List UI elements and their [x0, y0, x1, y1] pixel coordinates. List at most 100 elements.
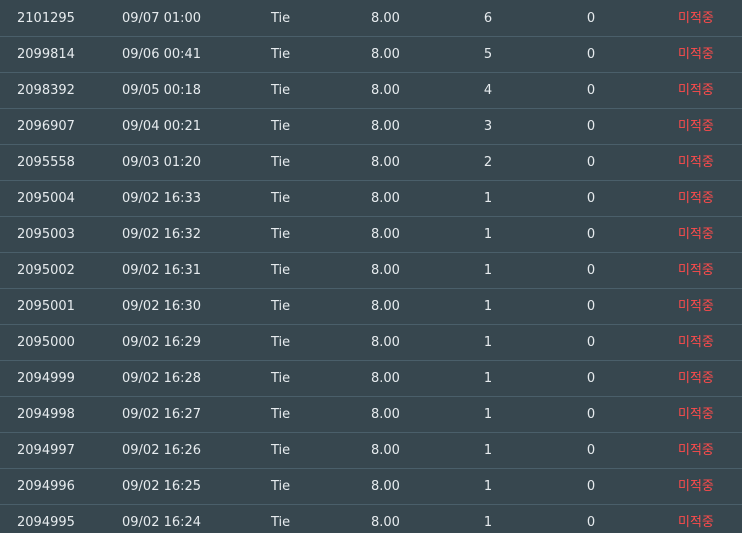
table-row[interactable]: 2099814 09/06 00:41 Tie 8.00 5 0 미적중: [0, 37, 742, 73]
bet-time: 09/02 16:25: [122, 479, 202, 494]
bet-odds: 8.00: [371, 479, 400, 494]
bet-odds: 8.00: [371, 299, 400, 314]
status-label: 미적중: [678, 443, 714, 458]
win-amount: 0: [586, 479, 596, 494]
status-label: 미적중: [678, 263, 714, 278]
win-amount: 0: [586, 443, 596, 458]
table-row[interactable]: 2094997 09/02 16:26 Tie 8.00 1 0 미적중: [0, 433, 742, 469]
bet-time: 09/03 01:20: [122, 155, 202, 170]
bet-id: 2094997: [17, 443, 75, 458]
table-row[interactable]: 2095003 09/02 16:32 Tie 8.00 1 0 미적중: [0, 217, 742, 253]
bet-time: 09/02 16:31: [122, 263, 202, 278]
bet-odds: 8.00: [371, 191, 400, 206]
status-label: 미적중: [678, 299, 714, 314]
table-row[interactable]: 2095000 09/02 16:29 Tie 8.00 1 0 미적중: [0, 325, 742, 361]
bet-pick: Tie: [271, 299, 291, 314]
bet-odds: 8.00: [371, 11, 400, 26]
bet-count: 1: [483, 515, 493, 530]
bet-count: 1: [483, 407, 493, 422]
bet-id: 2094995: [17, 515, 75, 530]
table-row[interactable]: 2095002 09/02 16:31 Tie 8.00 1 0 미적중: [0, 253, 742, 289]
bet-odds: 8.00: [371, 335, 400, 350]
table-row[interactable]: 2101295 09/07 01:00 Tie 8.00 6 0 미적중: [0, 1, 742, 37]
bet-pick: Tie: [271, 227, 291, 242]
table-row[interactable]: 2098392 09/05 00:18 Tie 8.00 4 0 미적중: [0, 73, 742, 109]
win-amount: 0: [586, 191, 596, 206]
bet-pick: Tie: [271, 407, 291, 422]
bet-odds: 8.00: [371, 407, 400, 422]
bet-pick: Tie: [271, 83, 291, 98]
status-label: 미적중: [678, 83, 714, 98]
bet-time: 09/02 16:26: [122, 443, 202, 458]
bet-history-table: 2101295 09/07 01:00 Tie 8.00 6 0 미적중 209…: [0, 0, 742, 533]
table-row[interactable]: 2095001 09/02 16:30 Tie 8.00 1 0 미적중: [0, 289, 742, 325]
bet-count: 2: [483, 155, 493, 170]
win-amount: 0: [586, 11, 596, 26]
table-row[interactable]: 2094996 09/02 16:25 Tie 8.00 1 0 미적중: [0, 469, 742, 505]
bet-count: 6: [483, 11, 493, 26]
win-amount: 0: [586, 335, 596, 350]
bet-pick: Tie: [271, 335, 291, 350]
win-amount: 0: [586, 155, 596, 170]
bet-count: 1: [483, 443, 493, 458]
status-label: 미적중: [678, 407, 714, 422]
status-label: 미적중: [678, 335, 714, 350]
win-amount: 0: [586, 83, 596, 98]
bet-id: 2096907: [17, 119, 75, 134]
status-label: 미적중: [678, 371, 714, 386]
table-row[interactable]: 2094998 09/02 16:27 Tie 8.00 1 0 미적중: [0, 397, 742, 433]
bet-id: 2099814: [17, 47, 75, 62]
bet-id: 2094999: [17, 371, 75, 386]
bet-count: 1: [483, 371, 493, 386]
bet-pick: Tie: [271, 371, 291, 386]
table-row[interactable]: 2096907 09/04 00:21 Tie 8.00 3 0 미적중: [0, 109, 742, 145]
bet-id: 2094998: [17, 407, 75, 422]
bet-id: 2094996: [17, 479, 75, 494]
bet-count: 4: [483, 83, 493, 98]
bet-count: 5: [483, 47, 493, 62]
win-amount: 0: [586, 119, 596, 134]
status-label: 미적중: [678, 227, 714, 242]
bet-id: 2095002: [17, 263, 75, 278]
bet-id: 2095004: [17, 191, 75, 206]
win-amount: 0: [586, 263, 596, 278]
bet-pick: Tie: [271, 443, 291, 458]
bet-odds: 8.00: [371, 443, 400, 458]
bet-odds: 8.00: [371, 371, 400, 386]
bet-count: 3: [483, 119, 493, 134]
bet-time: 09/05 00:18: [122, 83, 202, 98]
bet-id: 2095558: [17, 155, 75, 170]
bet-count: 1: [483, 227, 493, 242]
table-row[interactable]: 2094995 09/02 16:24 Tie 8.00 1 0 미적중: [0, 505, 742, 533]
bet-odds: 8.00: [371, 263, 400, 278]
table-row[interactable]: 2094999 09/02 16:28 Tie 8.00 1 0 미적중: [0, 361, 742, 397]
bet-pick: Tie: [271, 263, 291, 278]
bet-odds: 8.00: [371, 227, 400, 242]
bet-count: 1: [483, 299, 493, 314]
bet-time: 09/02 16:24: [122, 515, 202, 530]
win-amount: 0: [586, 227, 596, 242]
bet-time: 09/02 16:27: [122, 407, 202, 422]
status-label: 미적중: [678, 119, 714, 134]
bet-time: 09/04 00:21: [122, 119, 202, 134]
bet-time: 09/02 16:33: [122, 191, 202, 206]
bet-id: 2098392: [17, 83, 75, 98]
bet-time: 09/02 16:29: [122, 335, 202, 350]
bet-pick: Tie: [271, 191, 291, 206]
win-amount: 0: [586, 515, 596, 530]
status-label: 미적중: [678, 47, 714, 62]
bet-time: 09/07 01:00: [122, 11, 202, 26]
bet-id: 2095001: [17, 299, 75, 314]
table-row[interactable]: 2095004 09/02 16:33 Tie 8.00 1 0 미적중: [0, 181, 742, 217]
bet-pick: Tie: [271, 155, 291, 170]
status-label: 미적중: [678, 479, 714, 494]
bet-odds: 8.00: [371, 83, 400, 98]
bet-count: 1: [483, 191, 493, 206]
bet-count: 1: [483, 335, 493, 350]
win-amount: 0: [586, 47, 596, 62]
bet-odds: 8.00: [371, 47, 400, 62]
win-amount: 0: [586, 407, 596, 422]
table-row[interactable]: 2095558 09/03 01:20 Tie 8.00 2 0 미적중: [0, 145, 742, 181]
bet-time: 09/02 16:28: [122, 371, 202, 386]
status-label: 미적중: [678, 515, 714, 530]
